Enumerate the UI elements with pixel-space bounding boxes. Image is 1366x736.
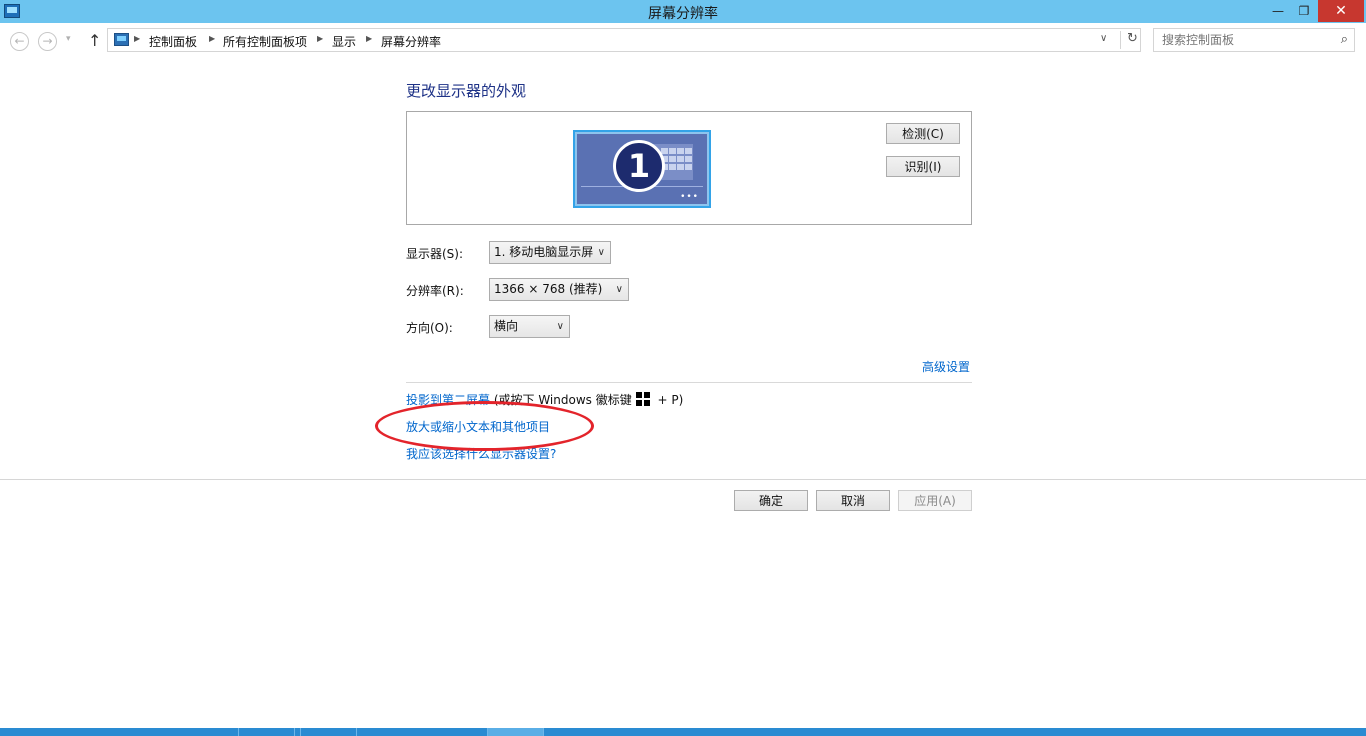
close-button[interactable]: ✕: [1318, 0, 1364, 22]
breadcrumb-control-panel[interactable]: 控制面板: [149, 33, 197, 50]
title-bar: 屏幕分辨率 — ❐ ✕: [0, 0, 1366, 23]
breadcrumb-separator-icon[interactable]: ▶: [317, 34, 323, 43]
chevron-down-icon: ∨: [615, 284, 623, 295]
orientation-select-value: 横向: [494, 319, 519, 333]
recent-locations-dropdown[interactable]: ▾: [66, 34, 71, 44]
resolution-label: 分辨率(R):: [406, 284, 464, 298]
window-title: 屏幕分辨率: [648, 6, 718, 22]
resolution-select-value: 1366 × 768 (推荐): [494, 282, 603, 296]
taskbar-button[interactable]: [300, 728, 357, 736]
display-select[interactable]: 1. 移动电脑显示屏 ∨: [489, 241, 611, 264]
ok-button[interactable]: 确定: [734, 490, 808, 511]
breadcrumb-display[interactable]: 显示: [332, 33, 356, 50]
chevron-down-icon: ∨: [597, 247, 605, 258]
chevron-down-icon: ∨: [556, 321, 564, 332]
breadcrumb-separator-icon[interactable]: ▶: [134, 34, 140, 43]
search-box[interactable]: ⌕: [1153, 28, 1355, 52]
project-hint-suffix: + P): [653, 393, 684, 407]
restore-button[interactable]: ❐: [1290, 0, 1318, 22]
up-button[interactable]: ↑: [88, 31, 101, 50]
orientation-label: 方向(O):: [406, 321, 453, 335]
monitor-dots: •••: [680, 192, 699, 202]
page-title: 更改显示器的外观: [406, 82, 527, 100]
cancel-button[interactable]: 取消: [816, 490, 890, 511]
monitor-number-badge: 1: [613, 140, 665, 192]
section-divider: [406, 382, 972, 383]
orientation-select[interactable]: 横向 ∨: [489, 315, 570, 338]
detect-button[interactable]: 检测(C): [886, 123, 960, 144]
windows-logo-icon: [635, 392, 650, 406]
monitor-arrangement-panel: ••• 1 检测(C) 识别(I): [406, 111, 972, 225]
monitor-1-thumbnail[interactable]: ••• 1: [573, 130, 711, 208]
display-select-value: 1. 移动电脑显示屏: [494, 245, 594, 259]
address-dropdown-icon[interactable]: ∨: [1100, 33, 1107, 44]
address-bar[interactable]: ▶ 控制面板 ▶ 所有控制面板项 ▶ 显示 ▶ 屏幕分辨率 ∨ ↻: [107, 28, 1141, 52]
minimize-button[interactable]: —: [1264, 0, 1292, 22]
breadcrumb-all-items[interactable]: 所有控制面板项: [223, 33, 307, 50]
refresh-icon[interactable]: ↻: [1120, 31, 1138, 49]
back-button[interactable]: ←: [10, 32, 29, 51]
address-row: ← → ▾ ↑ ▶ 控制面板 ▶ 所有控制面板项 ▶ 显示 ▶ 屏幕分辨率 ∨ …: [0, 23, 1366, 57]
breadcrumb-separator-icon[interactable]: ▶: [209, 34, 215, 43]
forward-button[interactable]: →: [38, 32, 57, 51]
apply-button[interactable]: 应用(A): [898, 490, 972, 511]
search-icon[interactable]: ⌕: [1341, 32, 1348, 47]
identify-button[interactable]: 识别(I): [886, 156, 960, 177]
footer-divider: [0, 479, 1366, 480]
advanced-settings-link[interactable]: 高级设置: [922, 358, 970, 375]
highlight-ellipse-annotation: [375, 401, 594, 451]
control-panel-icon: [114, 33, 129, 46]
taskbar-button-active[interactable]: [487, 728, 544, 736]
breadcrumb-screen-resolution[interactable]: 屏幕分辨率: [381, 33, 441, 50]
breadcrumb-separator-icon[interactable]: ▶: [366, 34, 372, 43]
resolution-select[interactable]: 1366 × 768 (推荐) ∨: [489, 278, 629, 301]
taskbar: [0, 728, 1366, 736]
search-input[interactable]: [1160, 31, 1334, 49]
display-label: 显示器(S):: [406, 247, 464, 261]
taskbar-button[interactable]: [238, 728, 295, 736]
